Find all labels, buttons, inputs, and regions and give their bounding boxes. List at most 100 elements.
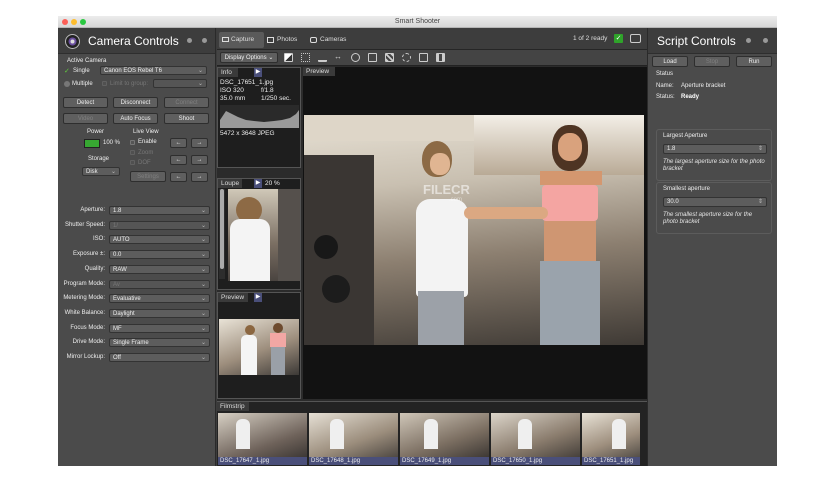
fit-width-icon[interactable]: ↔ xyxy=(334,52,342,61)
multiple-radio[interactable] xyxy=(64,81,70,87)
crop-icon[interactable] xyxy=(419,53,428,62)
liveview-settings-button[interactable]: Settings xyxy=(130,171,166,182)
property-value: Evaluative xyxy=(113,296,141,302)
property-select[interactable]: 0.0 ⌄ xyxy=(109,250,210,259)
checker-icon[interactable] xyxy=(385,53,394,62)
property-select[interactable]: RAW ⌄ xyxy=(109,265,210,274)
loupe-scrollbar[interactable] xyxy=(219,189,225,279)
filmstrip-thumbnail[interactable]: DSC_17650_1.jpg xyxy=(491,413,580,465)
property-select[interactable]: Off ⌄ xyxy=(109,353,210,362)
display-options-button[interactable]: Display Options ⌄ xyxy=(220,52,278,63)
checkmark-icon: ✓ xyxy=(64,68,70,75)
property-select[interactable]: MF ⌄ xyxy=(109,324,210,333)
liveview-enable-checkbox[interactable] xyxy=(130,140,135,145)
liveview-zoom-checkbox[interactable] xyxy=(130,150,135,155)
grid-icon[interactable] xyxy=(301,53,310,62)
panel-title: Script Controls xyxy=(657,34,736,48)
limit-group-checkbox[interactable] xyxy=(102,81,107,86)
battery-icon xyxy=(84,139,100,148)
histogram-chart xyxy=(220,105,299,128)
storage-select[interactable]: Disk ⌄ xyxy=(82,167,120,176)
loupe-scroll-thumb[interactable] xyxy=(220,189,224,269)
arrow-left-button[interactable]: ← xyxy=(170,138,187,148)
stop-button[interactable]: Stop xyxy=(694,56,730,67)
panel-settings-icon[interactable] xyxy=(187,38,192,43)
focus-icon[interactable] xyxy=(402,53,411,62)
tab-capture[interactable]: Capture xyxy=(219,32,264,48)
panel-close-icon[interactable] xyxy=(202,38,207,43)
property-value: 1/ xyxy=(113,223,119,229)
smallest-aperture-description: The smallest aperture size for the photo… xyxy=(663,212,753,225)
camera-select[interactable]: Canon EOS Rebel T6 ⌄ xyxy=(100,66,207,75)
thumbnail-figure xyxy=(330,419,344,449)
autofocus-button[interactable]: Auto Focus xyxy=(113,113,158,124)
liveview-zoom-label: Zoom xyxy=(138,150,154,156)
smallest-aperture-input[interactable]: 30.0 ⇕ xyxy=(663,197,767,207)
property-select[interactable]: 1.8 ⌄ xyxy=(109,206,210,215)
filmstrip-thumbnail[interactable]: DSC_17649_1.jpg xyxy=(400,413,489,465)
property-label: Quality: xyxy=(84,266,105,272)
levels-icon[interactable] xyxy=(284,53,293,62)
script-name-value: Aperture bracket xyxy=(681,83,726,89)
property-label: Exposure ±: xyxy=(73,251,105,257)
arrow-right-button[interactable]: → xyxy=(191,155,208,165)
load-button[interactable]: Load xyxy=(652,56,688,67)
watermark-text: FILECR xyxy=(423,182,470,197)
liveview-dof-label: DOF xyxy=(138,160,151,166)
property-select[interactable]: 1/ ⌄ xyxy=(109,221,210,230)
script-status-label: Status: xyxy=(656,94,675,100)
panel-settings-icon[interactable] xyxy=(746,38,751,43)
property-value: Off xyxy=(113,355,121,361)
small-preview-image xyxy=(219,319,299,375)
connect-button[interactable]: Connect xyxy=(164,97,209,108)
small-preview-play-icon[interactable]: ▶ xyxy=(254,293,262,302)
panel-close-icon[interactable] xyxy=(763,38,768,43)
property-value: Av xyxy=(113,282,120,288)
property-select[interactable]: Evaluative ⌄ xyxy=(109,294,210,303)
camera-app-icon xyxy=(65,34,80,49)
chevron-down-icon: ⌄ xyxy=(200,326,206,332)
multiple-radio-label: Multiple xyxy=(72,81,93,87)
shoot-button[interactable]: Shoot xyxy=(164,113,209,124)
loupe-play-icon[interactable]: ▶ xyxy=(254,179,262,188)
disconnect-button[interactable]: Disconnect xyxy=(113,97,158,108)
info-play-icon[interactable]: ▶ xyxy=(254,68,262,77)
filmstrip-filename: DSC_17651_1.jpg xyxy=(582,457,640,465)
largest-aperture-description: The largest aperture size for the photo … xyxy=(663,159,765,172)
chevron-down-icon: ⌄ xyxy=(200,282,206,288)
rotate-icon[interactable] xyxy=(351,53,360,62)
histogram-icon[interactable] xyxy=(318,53,327,62)
property-label: ISO: xyxy=(92,236,105,242)
tab-cameras[interactable]: Cameras xyxy=(308,32,354,48)
run-button[interactable]: Run xyxy=(736,56,772,67)
property-select[interactable]: Daylight ⌄ xyxy=(109,309,210,318)
stepper-icon[interactable]: ⇕ xyxy=(758,145,763,153)
compare-icon[interactable] xyxy=(436,53,445,62)
filmstrip-thumbnail[interactable]: DSC_17648_1.jpg xyxy=(309,413,398,465)
video-button[interactable]: Video xyxy=(63,113,108,124)
arrow-right-button[interactable]: → xyxy=(191,172,208,182)
largest-aperture-input[interactable]: 1.8 ⇕ xyxy=(663,144,767,154)
filmstrip-thumbnail[interactable]: DSC_17651_1.jpg xyxy=(582,413,640,465)
property-label: Focus Mode: xyxy=(70,325,105,331)
group-select[interactable]: ⌄ xyxy=(153,79,207,88)
detect-button[interactable]: Detect xyxy=(63,97,108,108)
property-select[interactable]: Single Frame ⌄ xyxy=(109,338,210,347)
arrow-right-button[interactable]: → xyxy=(191,138,208,148)
arrow-left-button[interactable]: ← xyxy=(170,172,187,182)
filmstrip-thumbnail[interactable]: DSC_17647_1.jpg xyxy=(218,413,307,465)
tab-photos[interactable]: Photos xyxy=(265,32,307,48)
liveview-dof-checkbox[interactable] xyxy=(130,160,135,165)
property-select[interactable]: Av ⌄ xyxy=(109,280,210,289)
main-preview-panel: Preview FILECR .com xyxy=(303,67,647,399)
arrow-left-button[interactable]: ← xyxy=(170,155,187,165)
overlay-icon[interactable] xyxy=(368,53,377,62)
loupe-panel: Loupe ▶ 20 % xyxy=(217,178,301,290)
property-select[interactable]: AUTO ⌄ xyxy=(109,235,210,244)
property-value: MF xyxy=(113,326,122,332)
stepper-icon[interactable]: ⇕ xyxy=(758,198,763,206)
chevron-down-icon: ⌄ xyxy=(200,340,206,346)
filmstrip-filename: DSC_17647_1.jpg xyxy=(218,457,307,465)
capture-camera-icon[interactable] xyxy=(630,34,641,43)
single-radio-label[interactable]: Single xyxy=(73,68,90,74)
